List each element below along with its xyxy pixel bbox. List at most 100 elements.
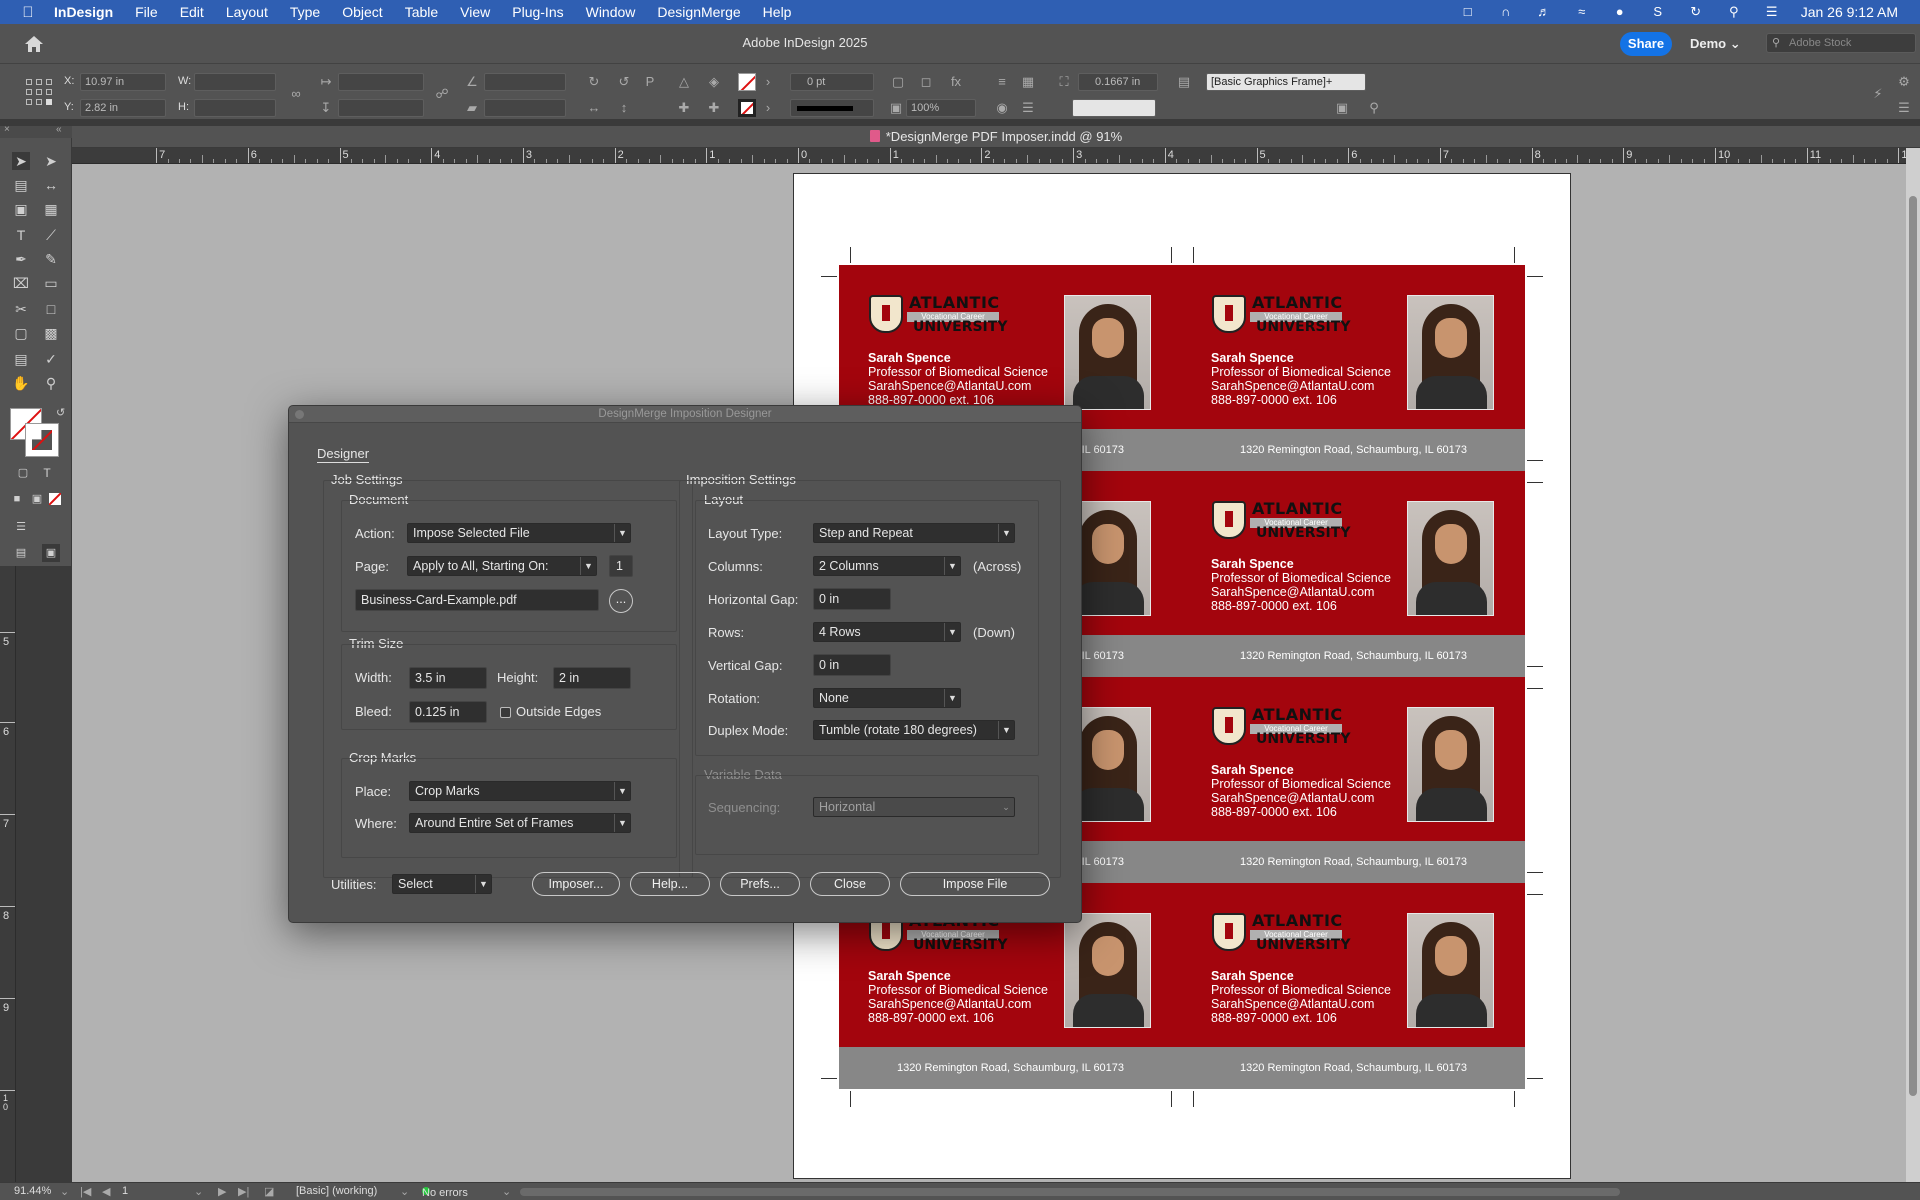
align-center-icon[interactable]: ☰: [1020, 100, 1036, 116]
vertical-scroll-thumb[interactable]: [1909, 196, 1917, 1096]
menu-designmerge[interactable]: DesignMerge: [657, 4, 740, 20]
open-page-icon[interactable]: ◪: [264, 1185, 274, 1198]
bleed-field[interactable]: 0.125 in: [409, 701, 487, 723]
constrain-scale-icon[interactable]: ☍: [434, 86, 450, 102]
fill-menu-icon[interactable]: ›: [760, 74, 776, 90]
rows-select[interactable]: 4 Rows ▼: [813, 622, 961, 642]
time-machine-icon[interactable]: ↻: [1687, 5, 1705, 19]
collapse-icon[interactable]: «: [56, 124, 62, 135]
shear-angle-field[interactable]: [484, 99, 566, 117]
sync-icon[interactable]: S: [1649, 5, 1667, 19]
sequencing-select[interactable]: Horizontal ⌄: [813, 797, 1015, 817]
creative-cloud-icon[interactable]: ∩: [1497, 5, 1515, 19]
stroke-type-select[interactable]: [790, 99, 874, 117]
gradient-swatch-tool-icon[interactable]: ▢: [12, 324, 30, 342]
scale-y-field[interactable]: [338, 99, 424, 117]
menu-type[interactable]: Type: [290, 4, 320, 20]
fill-swatch[interactable]: [738, 73, 756, 91]
text-wrap-bbox-icon[interactable]: ▦: [1020, 74, 1036, 90]
pencil-tool-icon[interactable]: ✎: [42, 250, 60, 268]
browse-file-button[interactable]: ...: [609, 589, 633, 613]
selection-tool-icon[interactable]: ➤: [12, 152, 30, 170]
stroke-swatch[interactable]: [738, 99, 756, 117]
utilities-select[interactable]: Select ▼: [392, 874, 492, 894]
note-tool-icon[interactable]: ▤: [12, 350, 30, 368]
business-card[interactable]: ATLANTIC Vocational Career UNIVERSITY Sa…: [1182, 883, 1525, 1089]
close-button[interactable]: Close: [810, 872, 890, 896]
rectangle-frame-tool-icon[interactable]: ⌧: [12, 274, 30, 292]
first-page-icon[interactable]: |◀: [80, 1185, 91, 1198]
control-settings-icon[interactable]: ⚙: [1896, 74, 1912, 90]
horizontal-gap-field[interactable]: 0 in: [813, 588, 891, 610]
imposer-button[interactable]: Imposer...: [532, 872, 620, 896]
business-card[interactable]: ATLANTIC Vocational Career UNIVERSITY Sa…: [1182, 265, 1525, 471]
content-placer-icon[interactable]: ▦: [42, 200, 60, 218]
rectangle-tool-icon[interactable]: ▭: [42, 274, 60, 292]
scale-x-field[interactable]: [338, 73, 424, 91]
text-wrap-none-icon[interactable]: ≡: [994, 74, 1010, 90]
eyedropper-tool-icon[interactable]: ✓: [42, 350, 60, 368]
style-status[interactable]: [Basic] (working): [296, 1185, 377, 1197]
user-icon[interactable]: ●: [1611, 5, 1629, 19]
crop-place-select[interactable]: Crop Marks ▼: [409, 781, 631, 801]
next-page-icon[interactable]: ▶: [218, 1185, 226, 1198]
prefs-button[interactable]: Prefs...: [720, 872, 800, 896]
spotlight-search-icon[interactable]: ⚲: [1725, 5, 1743, 19]
columns-select[interactable]: 2 Columns ▼: [813, 556, 961, 576]
apply-gradient-icon[interactable]: ▣: [28, 490, 46, 508]
layout-type-select[interactable]: Step and Repeat ▼: [813, 523, 1015, 543]
rotate-cw-icon[interactable]: ↻: [586, 74, 602, 90]
tools-panel-header[interactable]: × «: [0, 124, 72, 138]
horizontal-scrollbar[interactable]: [520, 1188, 1620, 1196]
swap-fill-stroke-icon[interactable]: ↺: [56, 406, 65, 419]
hand-tool-icon[interactable]: ✋: [12, 374, 30, 392]
workspace-switcher[interactable]: Demo ⌄: [1690, 36, 1741, 52]
adobe-stock-search[interactable]: ⚲ Adobe Stock: [1766, 33, 1916, 53]
pathfinder-icon[interactable]: ▣: [1334, 100, 1350, 116]
stroke-color-field[interactable]: [1072, 99, 1156, 117]
select-previous-icon[interactable]: ✚: [676, 100, 692, 116]
offset-field[interactable]: 0.1667 in: [1078, 73, 1158, 91]
rotate-ccw-icon[interactable]: ↺: [616, 74, 632, 90]
quick-actions-icon[interactable]: ⚡: [1870, 86, 1886, 102]
opacity-field[interactable]: 100%: [906, 99, 976, 117]
menu-layout[interactable]: Layout: [226, 4, 268, 20]
help-button[interactable]: Help...: [630, 872, 710, 896]
screen-mode-icon[interactable]: ☰: [12, 518, 30, 536]
preflight-menu-icon[interactable]: ⌄: [502, 1185, 511, 1198]
align-stroke-icon[interactable]: ◉: [994, 100, 1010, 116]
share-button[interactable]: Share: [1620, 32, 1672, 56]
rotation-select[interactable]: None ▼: [813, 688, 961, 708]
crop-where-select[interactable]: Around Entire Set of Frames ▼: [409, 813, 631, 833]
apply-none-icon[interactable]: [49, 493, 61, 505]
menu-table[interactable]: Table: [405, 4, 438, 20]
menubar-clock[interactable]: Jan 26 9:12 AM: [1801, 4, 1898, 20]
panel-menu-icon[interactable]: ☰: [1896, 100, 1912, 116]
horizontal-ruler[interactable]: 76543210123456789101112: [72, 148, 1906, 164]
flip-horizontal-icon[interactable]: ↔: [586, 100, 602, 116]
frame-fitting-icon[interactable]: ⛶: [1056, 74, 1072, 90]
page-number-field[interactable]: 1: [122, 1185, 128, 1197]
volume-icon[interactable]: ♬: [1535, 5, 1553, 19]
dialog-titlebar[interactable]: DesignMerge Imposition Designer: [289, 406, 1081, 423]
formatting-container-icon[interactable]: ▢: [14, 464, 32, 482]
select-content-icon[interactable]: ◈: [706, 74, 722, 90]
trim-height-field[interactable]: 2 in: [553, 667, 631, 689]
vertical-ruler[interactable]: 5 6 7 8 9 10: [0, 566, 16, 1182]
document-tab[interactable]: *DesignMerge PDF Imposer.indd @ 91%: [72, 126, 1920, 148]
constrain-proportions-icon[interactable]: ∞: [288, 86, 304, 102]
business-card[interactable]: ATLANTIC Vocational Career UNIVERSITY Sa…: [1182, 471, 1525, 677]
previous-page-icon[interactable]: ◀: [102, 1185, 110, 1198]
impose-file-button[interactable]: Impose File: [900, 872, 1050, 896]
page-start-field[interactable]: 1: [609, 555, 633, 577]
pen-tool-icon[interactable]: ✒: [12, 250, 30, 268]
tab-designer[interactable]: Designer: [317, 446, 370, 463]
select-next-icon[interactable]: ✚: [706, 100, 722, 116]
menu-view[interactable]: View: [460, 4, 490, 20]
links-icon[interactable]: ⚲: [1366, 100, 1382, 116]
apply-color-icon[interactable]: ■: [8, 490, 26, 508]
view-mode-normal-icon[interactable]: ▤: [12, 544, 30, 562]
vertical-gap-field[interactable]: 0 in: [813, 654, 891, 676]
flip-vertical-icon[interactable]: ↕: [616, 100, 632, 116]
view-mode-preview-icon[interactable]: ▣: [42, 544, 60, 562]
